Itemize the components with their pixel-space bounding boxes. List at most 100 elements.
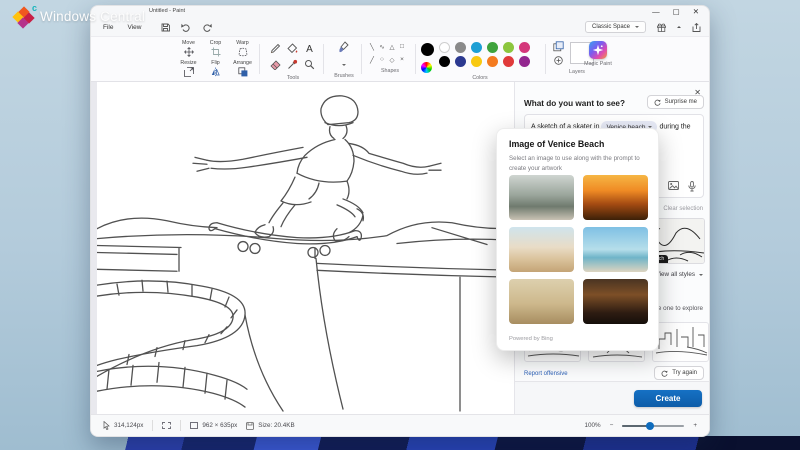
palm-lined-path-thumbnail[interactable] [509, 175, 574, 220]
color-wheel-icon[interactable] [421, 62, 432, 73]
boardwalk-buildings-thumbnail[interactable] [509, 227, 574, 272]
color-swatch[interactable] [487, 56, 498, 67]
panel-footer: Create [515, 381, 709, 414]
file-size-icon [246, 422, 254, 430]
diagonal-shape-icon[interactable]: ╱ [370, 56, 374, 64]
magic-paint-icon[interactable] [589, 41, 607, 59]
popup-image-grid [509, 175, 648, 324]
cursor-position-readout: 314,124px [103, 421, 143, 430]
color-swatch[interactable] [439, 42, 450, 53]
fill-bucket-icon[interactable] [287, 43, 298, 54]
popup-attribution: Powered by Bing [509, 336, 553, 342]
undo-icon[interactable] [181, 23, 191, 32]
pencil-icon[interactable] [270, 43, 281, 54]
move-icon [184, 47, 194, 57]
zoom-slider-knob[interactable] [646, 422, 654, 430]
add-image-icon[interactable] [668, 181, 679, 191]
close-button[interactable]: ✕ [693, 7, 699, 17]
clear-selection-link[interactable]: Clear selection [663, 206, 703, 212]
eyedropper-icon[interactable] [287, 59, 298, 70]
resize-icon [184, 67, 194, 77]
diamond-shape-icon[interactable]: ◇ [390, 56, 395, 64]
shapes-group: ╲ ∿ △ □ ╱ ○ ◇ × Shapes [367, 40, 413, 74]
rectangle-shape-icon[interactable]: □ [400, 43, 404, 50]
magic-paint-group: Magic Paint [577, 40, 619, 67]
arrange-icon [238, 67, 248, 77]
brushes-chevron-icon[interactable] [342, 64, 346, 68]
sunset-skatepark-thumbnail[interactable] [583, 175, 648, 220]
result-thumbnail-3[interactable] [652, 322, 709, 362]
palette-row-2 [439, 56, 530, 67]
selection-size-icon [162, 422, 171, 429]
color-swatch[interactable] [519, 42, 530, 53]
color-swatch[interactable] [503, 42, 514, 53]
retry-icon [661, 370, 668, 377]
statusbar: 314,124px 962 × 635px Size: 20.4KB 100% … [91, 414, 709, 436]
line-shape-icon[interactable]: ╲ [370, 43, 374, 51]
style-space-dropdown[interactable]: Classic Space [585, 21, 646, 33]
gift-icon[interactable] [657, 23, 666, 32]
redo-icon[interactable] [202, 23, 212, 32]
skater-sketch [97, 82, 516, 414]
chevron-down-icon [635, 26, 639, 30]
vintage-palms-thumbnail[interactable] [509, 279, 574, 324]
current-color-swatch[interactable] [421, 43, 434, 56]
brushes-group: Brushes [329, 40, 359, 79]
magnifier-icon[interactable] [304, 59, 315, 70]
triangle-shape-icon[interactable]: △ [390, 43, 395, 51]
zoom-out-button[interactable]: − [610, 422, 614, 429]
minimize-button[interactable]: — [652, 7, 660, 17]
add-layer-icon[interactable] [554, 56, 563, 65]
style-space-value: Classic Space [592, 24, 630, 30]
windows-bloom-wallpaper [0, 436, 800, 450]
color-swatch[interactable] [471, 56, 482, 67]
ellipse-shape-icon[interactable]: ○ [380, 56, 384, 63]
arrange-tool[interactable]: Arrange [229, 60, 256, 80]
window-title: Untitled - Paint [149, 8, 185, 14]
brush-icon[interactable] [338, 41, 350, 55]
color-swatch[interactable] [439, 56, 450, 67]
zoom-in-button[interactable]: + [693, 422, 697, 429]
ribbon-toolbar: Move Crop Warp Resize Flip Arrange [91, 36, 709, 82]
flip-icon [211, 67, 221, 77]
save-icon[interactable] [161, 23, 170, 32]
svg-text:A: A [306, 44, 313, 54]
crop-tool[interactable]: Crop [202, 40, 229, 60]
microphone-icon[interactable] [688, 181, 696, 192]
zoom-slider[interactable] [622, 421, 684, 431]
magic-paint-group-label: Magic Paint [577, 61, 619, 67]
collapse-ribbon-icon[interactable] [677, 24, 681, 28]
shapes-group-label: Shapes [367, 68, 413, 74]
canvas-size-readout: 962 × 635px [190, 422, 237, 429]
curve-shape-icon[interactable]: ∿ [379, 43, 384, 51]
popup-title: Image of Venice Beach [509, 139, 604, 149]
maximize-button[interactable]: ▢ [673, 7, 680, 17]
color-swatch[interactable] [519, 56, 530, 67]
canvas-size-icon [190, 422, 198, 429]
text-tool-icon[interactable]: A [304, 43, 315, 54]
drawing-canvas[interactable] [97, 82, 516, 414]
windows-central-logo-icon: c [14, 7, 33, 26]
warp-tool[interactable]: Warp [229, 40, 256, 60]
layers-stack-icon[interactable] [553, 41, 564, 52]
flip-tool[interactable]: Flip [202, 60, 229, 80]
try-again-button[interactable]: Try again [654, 366, 704, 380]
color-swatch[interactable] [503, 56, 514, 67]
eraser-icon[interactable] [270, 59, 281, 70]
colors-group: Colors [421, 40, 539, 81]
color-swatch[interactable] [455, 56, 466, 67]
view-all-styles-link[interactable]: View all styles [656, 271, 703, 278]
cross-shape-icon[interactable]: × [400, 56, 404, 63]
lifeguard-tower-thumbnail[interactable] [583, 227, 648, 272]
move-tool[interactable]: Move [175, 40, 202, 60]
layers-group-label: Layers [553, 69, 601, 75]
share-icon[interactable] [692, 23, 701, 32]
resize-tool[interactable]: Resize [175, 60, 202, 80]
color-swatch[interactable] [487, 42, 498, 53]
surprise-me-button[interactable]: Surprise me [647, 95, 704, 109]
color-swatch[interactable] [455, 42, 466, 53]
create-button[interactable]: Create [634, 390, 702, 407]
venice-sign-night-thumbnail[interactable] [583, 279, 648, 324]
color-swatch[interactable] [471, 42, 482, 53]
report-offensive-link[interactable]: Report offensive [524, 371, 568, 377]
